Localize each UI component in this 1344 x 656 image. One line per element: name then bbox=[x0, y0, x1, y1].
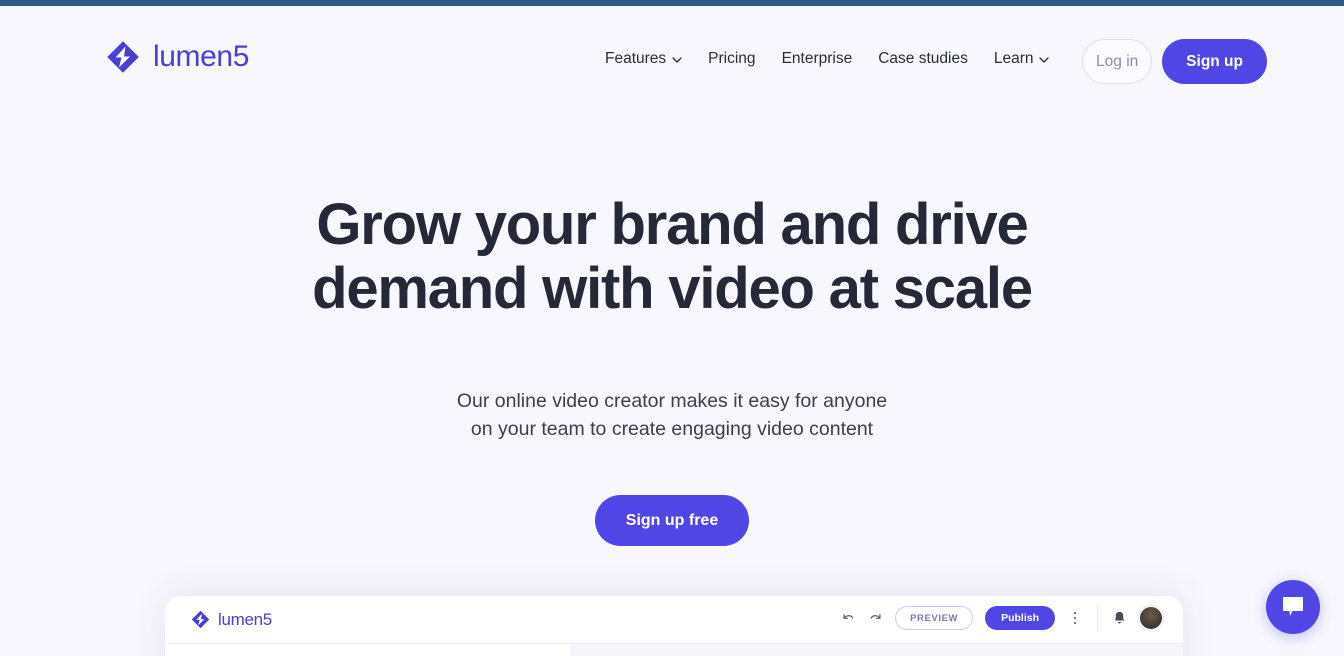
chat-support-button[interactable] bbox=[1266, 580, 1320, 634]
nav-item-case-studies-label: Case studies bbox=[878, 50, 968, 67]
page-root: lumen5 Features Pricing Enterprise Case … bbox=[0, 6, 1344, 656]
nav-item-enterprise[interactable]: Enterprise bbox=[769, 50, 866, 68]
redo-arrow-icon[interactable] bbox=[868, 611, 883, 626]
undo-arrow-icon[interactable] bbox=[841, 611, 856, 626]
hero-section: Grow your brand and drive demand with vi… bbox=[0, 111, 1344, 546]
nav-item-features[interactable]: Features bbox=[605, 50, 695, 68]
notification-bell-icon[interactable] bbox=[1112, 610, 1127, 626]
chevron-down-icon bbox=[1039, 57, 1050, 63]
mockup-canvas-panel bbox=[570, 644, 1183, 656]
hero-subtitle: Our online video creator makes it easy f… bbox=[0, 387, 1344, 443]
nav-item-case-studies[interactable]: Case studies bbox=[865, 50, 981, 68]
nav-item-learn-label: Learn bbox=[993, 50, 1034, 67]
user-avatar[interactable] bbox=[1139, 606, 1163, 630]
mockup-publish-button[interactable]: Publish bbox=[985, 606, 1055, 630]
top-navigation-bar: lumen5 Features Pricing Enterprise Case … bbox=[0, 6, 1344, 111]
chat-bubble-icon bbox=[1280, 595, 1306, 619]
nav-item-enterprise-label: Enterprise bbox=[781, 50, 853, 67]
nav-item-learn[interactable]: Learn bbox=[981, 50, 1063, 68]
login-button[interactable]: Log in bbox=[1082, 39, 1153, 84]
mockup-logo: lumen5 bbox=[190, 609, 272, 630]
mockup-preview-button[interactable]: PREVIEW bbox=[895, 606, 974, 630]
primary-nav-links: Features Pricing Enterprise Case studies… bbox=[605, 50, 1062, 68]
site-logo[interactable]: lumen5 bbox=[104, 38, 249, 76]
mockup-body: Library GIFS Uploads Recent ★ bbox=[165, 644, 1183, 656]
hero-subtitle-line-2: on your team to create engaging video co… bbox=[470, 418, 874, 440]
nav-action-buttons: Log in Sign up bbox=[1082, 39, 1267, 84]
mockup-topbar: lumen5 PREVIEW Publish bbox=[165, 596, 1183, 644]
lumen5-diamond-logo-icon bbox=[104, 38, 142, 76]
nav-item-features-label: Features bbox=[605, 50, 667, 67]
hero-headline: Grow your brand and drive demand with vi… bbox=[0, 111, 1344, 321]
hero-cta-wrapper: Sign up free bbox=[0, 495, 1344, 546]
lumen5-diamond-logo-icon bbox=[190, 609, 211, 630]
app-preview-mockup: lumen5 PREVIEW Publish bbox=[165, 596, 1183, 656]
nav-item-pricing-label: Pricing bbox=[708, 50, 756, 67]
hero-subtitle-line-1: Our online video creator makes it easy f… bbox=[456, 390, 888, 412]
mockup-left-rail bbox=[165, 644, 217, 656]
mockup-action-bar: PREVIEW Publish bbox=[841, 604, 1163, 632]
hero-headline-line-2: demand with video at scale bbox=[312, 256, 1033, 321]
signup-button[interactable]: Sign up bbox=[1162, 39, 1267, 84]
nav-item-pricing[interactable]: Pricing bbox=[695, 50, 768, 68]
hero-headline-line-1: Grow your brand and drive bbox=[316, 192, 1028, 257]
site-logo-text: lumen5 bbox=[153, 40, 249, 73]
more-options-icon[interactable] bbox=[1067, 608, 1083, 628]
chevron-down-icon bbox=[672, 57, 682, 63]
toolbar-divider bbox=[1097, 604, 1098, 632]
signup-free-button[interactable]: Sign up free bbox=[594, 495, 750, 546]
mockup-logo-text: lumen5 bbox=[218, 609, 272, 629]
